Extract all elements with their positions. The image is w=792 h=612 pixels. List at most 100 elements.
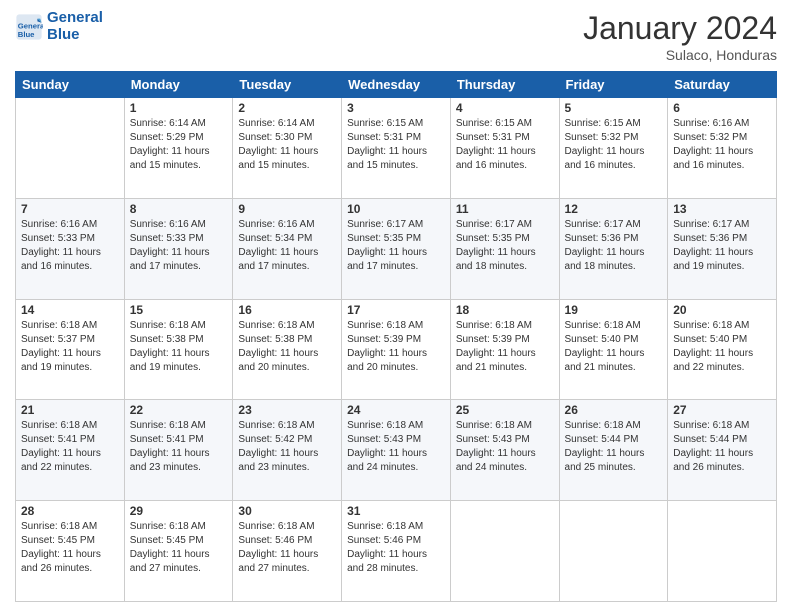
day-number: 26 [565,403,663,417]
day-number: 13 [673,202,771,216]
calendar-cell: 23 Sunrise: 6:18 AM Sunset: 5:42 PM Dayli… [233,400,342,501]
calendar-cell: 13 Sunrise: 6:17 AM Sunset: 5:36 PM Dayli… [668,198,777,299]
day-number: 1 [130,101,228,115]
day-info: Sunrise: 6:15 AM Sunset: 5:32 PM Dayligh… [565,117,663,173]
day-number: 19 [565,303,663,317]
day-info: Sunrise: 6:14 AM Sunset: 5:30 PM Dayligh… [238,117,336,173]
calendar-cell [450,501,559,602]
logo-line1: General [47,10,103,27]
day-number: 21 [21,403,119,417]
day-number: 18 [456,303,554,317]
weekday-header-monday: Monday [124,72,233,98]
calendar-cell: 5 Sunrise: 6:15 AM Sunset: 5:32 PM Daylig… [559,98,668,199]
calendar-cell: 11 Sunrise: 6:17 AM Sunset: 5:35 PM Dayli… [450,198,559,299]
weekday-header-thursday: Thursday [450,72,559,98]
logo-icon: General Blue [15,13,43,41]
day-number: 29 [130,504,228,518]
day-info: Sunrise: 6:18 AM Sunset: 5:42 PM Dayligh… [238,419,336,475]
day-info: Sunrise: 6:16 AM Sunset: 5:32 PM Dayligh… [673,117,771,173]
calendar-cell [559,501,668,602]
calendar-cell: 27Sunrise: 6:18 AM Sunset: 5:44 PM Dayli… [668,400,777,501]
calendar-cell: 20Sunrise: 6:18 AM Sunset: 5:40 PM Dayli… [668,299,777,400]
calendar-week-1: 7 Sunrise: 6:16 AM Sunset: 5:33 PM Daylig… [16,198,777,299]
calendar-cell: 9 Sunrise: 6:16 AM Sunset: 5:34 PM Daylig… [233,198,342,299]
svg-text:General: General [18,21,43,30]
day-info: Sunrise: 6:15 AM Sunset: 5:31 PM Dayligh… [347,117,445,173]
day-number: 5 [565,101,663,115]
day-number: 22 [130,403,228,417]
day-info: Sunrise: 6:17 AM Sunset: 5:36 PM Dayligh… [565,218,663,274]
calendar-cell: 3 Sunrise: 6:15 AM Sunset: 5:31 PM Daylig… [342,98,451,199]
day-info: Sunrise: 6:18 AM Sunset: 5:45 PM Dayligh… [21,520,119,576]
subtitle: Sulaco, Honduras [583,47,777,63]
day-number: 9 [238,202,336,216]
day-info: Sunrise: 6:17 AM Sunset: 5:35 PM Dayligh… [347,218,445,274]
calendar-cell: 25Sunrise: 6:18 AM Sunset: 5:43 PM Dayli… [450,400,559,501]
day-number: 31 [347,504,445,518]
day-number: 3 [347,101,445,115]
day-info: Sunrise: 6:18 AM Sunset: 5:37 PM Dayligh… [21,319,119,375]
calendar-cell: 31Sunrise: 6:18 AM Sunset: 5:46 PM Dayli… [342,501,451,602]
calendar-week-4: 28 Sunrise: 6:18 AM Sunset: 5:45 PM Dayli… [16,501,777,602]
weekday-header-saturday: Saturday [668,72,777,98]
calendar-cell: 30 Sunrise: 6:18 AM Sunset: 5:46 PM Dayli… [233,501,342,602]
day-info: Sunrise: 6:18 AM Sunset: 5:39 PM Dayligh… [347,319,445,375]
day-info: Sunrise: 6:18 AM Sunset: 5:41 PM Dayligh… [21,419,119,475]
calendar-cell [668,501,777,602]
day-number: 15 [130,303,228,317]
calendar-cell: 7 Sunrise: 6:16 AM Sunset: 5:33 PM Daylig… [16,198,125,299]
calendar-cell: 26 Sunrise: 6:18 AM Sunset: 5:44 PM Dayli… [559,400,668,501]
calendar-cell: 17 Sunrise: 6:18 AM Sunset: 5:39 PM Dayli… [342,299,451,400]
day-info: Sunrise: 6:17 AM Sunset: 5:36 PM Dayligh… [673,218,771,274]
svg-text:Blue: Blue [18,29,35,38]
calendar-cell: 4 Sunrise: 6:15 AM Sunset: 5:31 PM Daylig… [450,98,559,199]
day-info: Sunrise: 6:14 AM Sunset: 5:29 PM Dayligh… [130,117,228,173]
day-info: Sunrise: 6:18 AM Sunset: 5:38 PM Dayligh… [130,319,228,375]
day-info: Sunrise: 6:16 AM Sunset: 5:34 PM Dayligh… [238,218,336,274]
day-info: Sunrise: 6:18 AM Sunset: 5:44 PM Dayligh… [565,419,663,475]
day-number: 4 [456,101,554,115]
day-number: 17 [347,303,445,317]
calendar-week-0: 1 Sunrise: 6:14 AM Sunset: 5:29 PM Daylig… [16,98,777,199]
calendar-cell: 1 Sunrise: 6:14 AM Sunset: 5:29 PM Daylig… [124,98,233,199]
calendar-table: SundayMondayTuesdayWednesdayThursdayFrid… [15,71,777,602]
calendar-week-3: 21 Sunrise: 6:18 AM Sunset: 5:41 PM Dayli… [16,400,777,501]
calendar-cell: 10 Sunrise: 6:17 AM Sunset: 5:35 PM Dayli… [342,198,451,299]
day-info: Sunrise: 6:15 AM Sunset: 5:31 PM Dayligh… [456,117,554,173]
day-info: Sunrise: 6:18 AM Sunset: 5:41 PM Dayligh… [130,419,228,475]
header: General Blue General Blue January 2024 S… [15,10,777,63]
day-number: 30 [238,504,336,518]
day-number: 10 [347,202,445,216]
day-number: 11 [456,202,554,216]
day-info: Sunrise: 6:18 AM Sunset: 5:45 PM Dayligh… [130,520,228,576]
day-info: Sunrise: 6:18 AM Sunset: 5:40 PM Dayligh… [673,319,771,375]
day-number: 8 [130,202,228,216]
day-number: 23 [238,403,336,417]
weekday-header-row: SundayMondayTuesdayWednesdayThursdayFrid… [16,72,777,98]
calendar-cell: 24Sunrise: 6:18 AM Sunset: 5:43 PM Dayli… [342,400,451,501]
calendar-cell: 18 Sunrise: 6:18 AM Sunset: 5:39 PM Dayli… [450,299,559,400]
day-info: Sunrise: 6:18 AM Sunset: 5:39 PM Dayligh… [456,319,554,375]
logo-line2: Blue [47,27,103,44]
weekday-header-sunday: Sunday [16,72,125,98]
day-info: Sunrise: 6:18 AM Sunset: 5:44 PM Dayligh… [673,419,771,475]
day-number: 2 [238,101,336,115]
day-info: Sunrise: 6:18 AM Sunset: 5:46 PM Dayligh… [238,520,336,576]
calendar-week-2: 14 Sunrise: 6:18 AM Sunset: 5:37 PM Dayli… [16,299,777,400]
day-number: 14 [21,303,119,317]
day-info: Sunrise: 6:17 AM Sunset: 5:35 PM Dayligh… [456,218,554,274]
calendar-cell: 15 Sunrise: 6:18 AM Sunset: 5:38 PM Dayli… [124,299,233,400]
calendar-cell: 21 Sunrise: 6:18 AM Sunset: 5:41 PM Dayli… [16,400,125,501]
day-info: Sunrise: 6:16 AM Sunset: 5:33 PM Dayligh… [130,218,228,274]
day-number: 12 [565,202,663,216]
calendar-cell: 12 Sunrise: 6:17 AM Sunset: 5:36 PM Dayli… [559,198,668,299]
calendar-cell [16,98,125,199]
day-number: 28 [21,504,119,518]
day-number: 7 [21,202,119,216]
day-number: 6 [673,101,771,115]
month-title: January 2024 [583,10,777,47]
day-info: Sunrise: 6:16 AM Sunset: 5:33 PM Dayligh… [21,218,119,274]
day-info: Sunrise: 6:18 AM Sunset: 5:40 PM Dayligh… [565,319,663,375]
page-container: General Blue General Blue January 2024 S… [0,0,792,612]
day-info: Sunrise: 6:18 AM Sunset: 5:43 PM Dayligh… [456,419,554,475]
